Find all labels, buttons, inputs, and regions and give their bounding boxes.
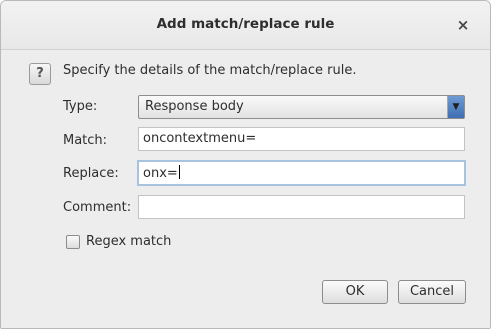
regex-match-label[interactable]: Regex match (86, 234, 171, 249)
match-replace-dialog: Add match/replace rule × ? Specify the d… (0, 0, 491, 329)
text-caret (178, 165, 180, 179)
title-bar: Add match/replace rule × (1, 1, 490, 50)
replace-input-value: onx= (143, 165, 180, 181)
dialog-title: Add match/replace rule (156, 16, 335, 32)
match-input-value: oncontextmenu= (143, 131, 257, 146)
comment-input[interactable] (138, 195, 465, 219)
cancel-button[interactable]: Cancel (398, 280, 466, 304)
match-label: Match: (63, 133, 108, 148)
replace-input[interactable]: onx= (137, 160, 466, 186)
type-label: Type: (63, 99, 98, 114)
type-select-value: Response body (145, 99, 244, 114)
chevron-down-icon[interactable]: ▼ (447, 96, 464, 118)
comment-label: Comment: (63, 200, 132, 215)
regex-match-checkbox[interactable] (66, 235, 80, 249)
close-icon[interactable]: × (453, 15, 473, 35)
ok-button[interactable]: OK (322, 280, 388, 304)
help-icon: ? (29, 63, 51, 85)
type-select[interactable]: Response body ▼ (138, 95, 465, 119)
intro-text: Specify the details of the match/replace… (63, 63, 357, 78)
replace-label: Replace: (63, 166, 119, 181)
match-input[interactable]: oncontextmenu= (138, 127, 465, 151)
